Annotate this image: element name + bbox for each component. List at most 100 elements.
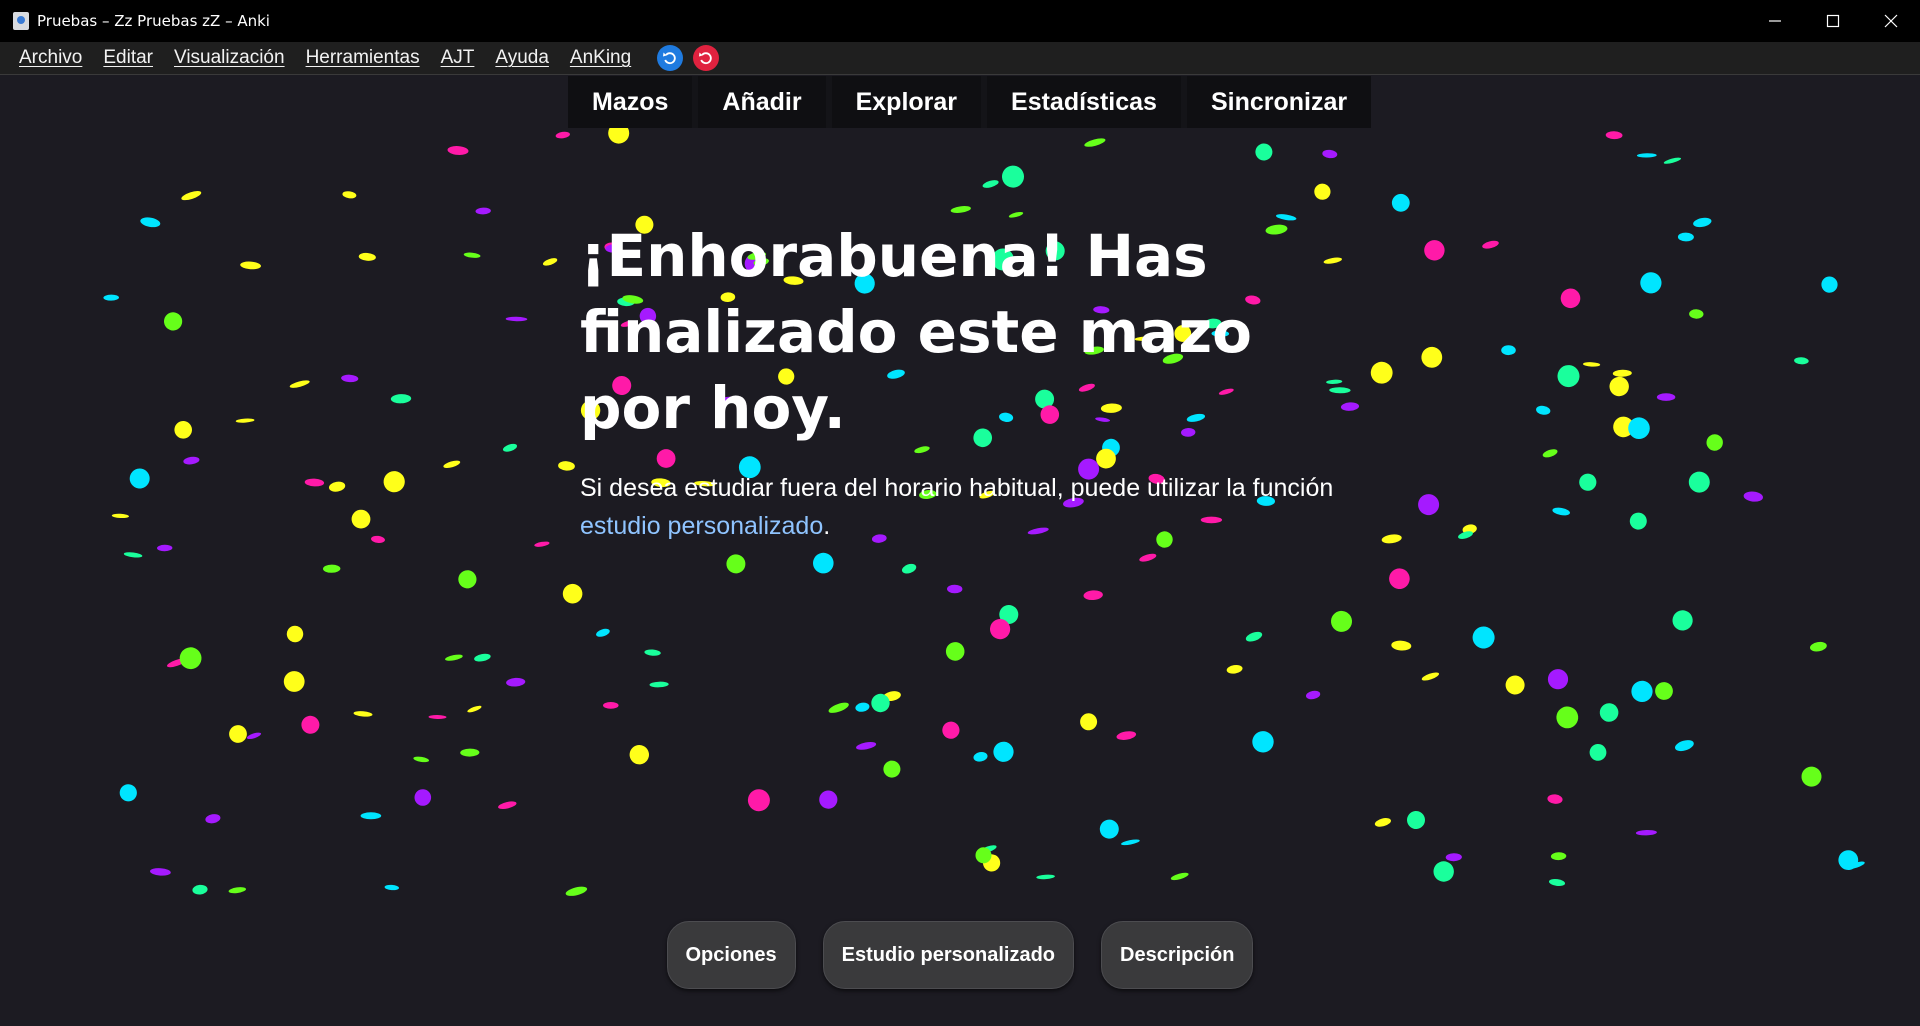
toolbar-add[interactable]: Añadir — [698, 76, 826, 128]
confetti-piece — [1381, 534, 1402, 544]
confetti-piece — [555, 131, 570, 139]
menu-herramientas[interactable]: Herramientas — [297, 47, 432, 69]
reset-button[interactable] — [693, 45, 720, 71]
confetti-piece — [1322, 149, 1338, 159]
confetti-piece — [111, 513, 129, 519]
confetti-piece — [1080, 713, 1098, 731]
confetti-piece — [1391, 640, 1412, 651]
confetti-piece — [1170, 872, 1189, 881]
undo-button[interactable] — [657, 45, 684, 71]
confetti-piece — [1672, 610, 1693, 631]
confetti-piece — [498, 801, 517, 809]
confetti-piece — [463, 252, 481, 258]
confetti-piece — [460, 748, 480, 757]
toolbar-browse[interactable]: Explorar — [831, 76, 982, 128]
confetti-piece — [1609, 376, 1629, 397]
confetti-piece — [283, 671, 305, 692]
confetti-piece — [1556, 706, 1579, 729]
maximize-button[interactable] — [1804, 0, 1862, 42]
confetti-piece — [157, 544, 173, 552]
confetti-piece — [390, 394, 412, 404]
custom-study-link[interactable]: estudio personalizado — [580, 512, 823, 540]
confetti-piece — [150, 868, 171, 876]
confetti-piece — [1445, 853, 1462, 862]
toolbar-sync[interactable]: Sincronizar — [1186, 76, 1372, 128]
menu-visualizacion[interactable]: Visualización — [165, 47, 297, 69]
confetti-piece — [558, 461, 575, 471]
confetti-piece — [414, 789, 432, 806]
confetti-piece — [475, 207, 491, 215]
confetti-piece — [1505, 675, 1525, 695]
confetti-piece — [982, 180, 999, 188]
congrats-heading: ¡Enhorabuena! Has finalizado este mazo p… — [580, 222, 1252, 442]
confetti-piece — [1482, 240, 1499, 249]
confetti-piece — [119, 784, 137, 802]
confetti-piece — [443, 460, 461, 468]
custom-study-button[interactable]: Estudio personalizado — [822, 921, 1074, 989]
confetti-piece — [1305, 690, 1321, 700]
confetti-piece — [1547, 794, 1563, 804]
menu-anking[interactable]: AnKing — [561, 47, 643, 69]
toolbar-stats[interactable]: Estadísticas — [987, 76, 1181, 128]
confetti-piece — [342, 191, 357, 199]
confetti-piece — [502, 443, 518, 452]
confetti-piece — [286, 625, 304, 643]
confetti-piece — [129, 468, 150, 489]
confetti-piece — [371, 535, 385, 543]
menu-editar[interactable]: Editar — [94, 47, 165, 69]
confetti-piece — [181, 191, 202, 201]
confetti-piece — [166, 658, 187, 668]
confetti-piece — [1629, 512, 1647, 530]
confetti-piece — [1036, 874, 1055, 880]
confetti-piece — [1501, 345, 1516, 356]
options-button[interactable]: Opciones — [666, 921, 796, 989]
menu-ajt[interactable]: AJT — [432, 47, 487, 69]
confetti-piece — [901, 563, 917, 574]
confetti-piece — [506, 677, 526, 687]
confetti-piece — [1255, 143, 1273, 161]
anki-app-icon — [13, 12, 29, 30]
confetti-piece — [467, 705, 482, 713]
description-button[interactable]: Descripción — [1101, 921, 1254, 989]
reset-icon — [699, 52, 712, 65]
confetti-piece — [883, 691, 901, 702]
confetti-piece — [1548, 878, 1566, 887]
confetti-piece — [1472, 626, 1495, 649]
confetti-piece — [474, 653, 491, 662]
confetti-piece — [856, 742, 877, 750]
confetti-piece — [358, 252, 376, 261]
close-button[interactable] — [1862, 0, 1920, 42]
confetti-piece — [383, 471, 405, 493]
confetti-piece — [596, 628, 610, 637]
minimize-icon — [1769, 20, 1781, 22]
confetti-piece — [1462, 524, 1477, 535]
confetti-piece — [323, 564, 341, 573]
confetti-piece — [1675, 740, 1694, 752]
menu-archivo[interactable]: Archivo — [10, 47, 94, 69]
confetti-piece — [179, 647, 202, 670]
confetti-piece — [747, 789, 770, 812]
confetti-piece — [1628, 417, 1650, 440]
confetti-piece — [1706, 434, 1723, 451]
confetti-piece — [1245, 631, 1263, 642]
confetti-piece — [1096, 448, 1116, 469]
confetti-piece — [855, 702, 870, 712]
minimize-button[interactable] — [1746, 0, 1804, 42]
confetti-piece — [1655, 682, 1673, 700]
menu-ayuda[interactable]: Ayuda — [486, 47, 561, 69]
close-icon — [1884, 14, 1898, 28]
confetti-piece — [1389, 568, 1410, 590]
message-text: Si desea estudiar fuera del horario habi… — [580, 474, 1334, 502]
confetti-piece — [123, 552, 143, 558]
confetti-piece — [351, 509, 371, 529]
confetti-piece — [644, 649, 661, 656]
confetti-piece — [1613, 416, 1634, 438]
confetti-piece — [1635, 829, 1657, 836]
confetti-piece — [384, 884, 399, 891]
confetti-piece — [1579, 473, 1597, 491]
confetti-piece — [1583, 362, 1601, 367]
confetti-piece — [1121, 839, 1140, 846]
confetti-piece — [942, 721, 960, 739]
toolbar-decks[interactable]: Mazos — [568, 76, 693, 128]
menu-bar: Archivo Editar Visualización Herramienta… — [0, 42, 1920, 75]
